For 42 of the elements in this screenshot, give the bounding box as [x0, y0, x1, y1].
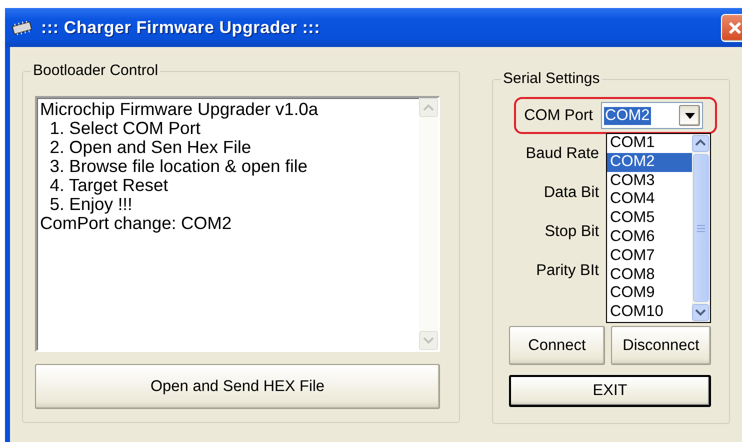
log-line: 1. Select COM Port	[50, 119, 200, 138]
list-option[interactable]: COM6	[607, 228, 692, 247]
list-option[interactable]: COM8	[607, 266, 692, 284]
field-label: Baud Rate	[524, 144, 600, 162]
scroll-down-icon	[419, 331, 438, 350]
scroll-down-icon	[692, 304, 709, 321]
field-label: Data Bit	[542, 184, 600, 202]
log-line: 2. Open and Sen Hex File	[48, 138, 252, 157]
scrollbar[interactable]	[692, 134, 710, 322]
list-option[interactable]: COM4	[607, 190, 692, 210]
field-label: Stop Bit	[544, 222, 600, 240]
exit-button[interactable]: EXIT	[509, 375, 711, 407]
log-line: Microchip Firmware Upgrader v1.0a	[40, 100, 318, 119]
group-title: Serial Settings	[501, 70, 602, 88]
log-line: 4. Target Reset	[48, 176, 168, 195]
scroll-up-icon	[692, 135, 709, 152]
list-option[interactable]: COM1	[607, 134, 692, 153]
window-title: ::: Charger Firmware Upgrader :::	[41, 18, 320, 38]
close-icon	[727, 20, 742, 36]
list-option[interactable]: COM7	[607, 246, 692, 266]
grip-icon	[697, 224, 705, 232]
serial-button[interactable]: Disconnect	[611, 326, 711, 365]
com-port-dropdown[interactable]: COM2	[601, 102, 703, 129]
log-textbox[interactable]: Microchip Firmware Upgrader v1.0a 1. Select COM Port 2. Open and Sen Hex File 3. Browse file location & open file 4. Target Reset 5. Enjoy !!! ComPort change: COM2	[35, 96, 440, 352]
combo-value: COM2	[604, 106, 651, 124]
scroll-up-icon	[419, 98, 438, 117]
list-option[interactable]: COM5	[607, 209, 692, 228]
list-option[interactable]: COM2	[607, 152, 692, 172]
close-button[interactable]	[721, 14, 742, 42]
caret-icon	[684, 112, 694, 118]
list-option[interactable]: COM10	[607, 303, 692, 322]
log-line: 5. Enjoy !!!	[48, 195, 132, 214]
log-line: ComPort change: COM2	[40, 214, 232, 233]
list-option[interactable]: COM3	[607, 172, 692, 190]
chip-icon	[11, 20, 33, 34]
log-line: 3. Browse file location & open file	[48, 157, 308, 176]
open-send-hex-button[interactable]: Open and Send HEX File	[35, 364, 440, 409]
field-label: Parity BIt	[535, 262, 600, 280]
list-option[interactable]: COM9	[607, 284, 692, 304]
dropdown-button[interactable]	[679, 105, 700, 126]
com-port-label: COM Port	[523, 106, 594, 124]
serial-button[interactable]: Connect	[509, 326, 605, 365]
